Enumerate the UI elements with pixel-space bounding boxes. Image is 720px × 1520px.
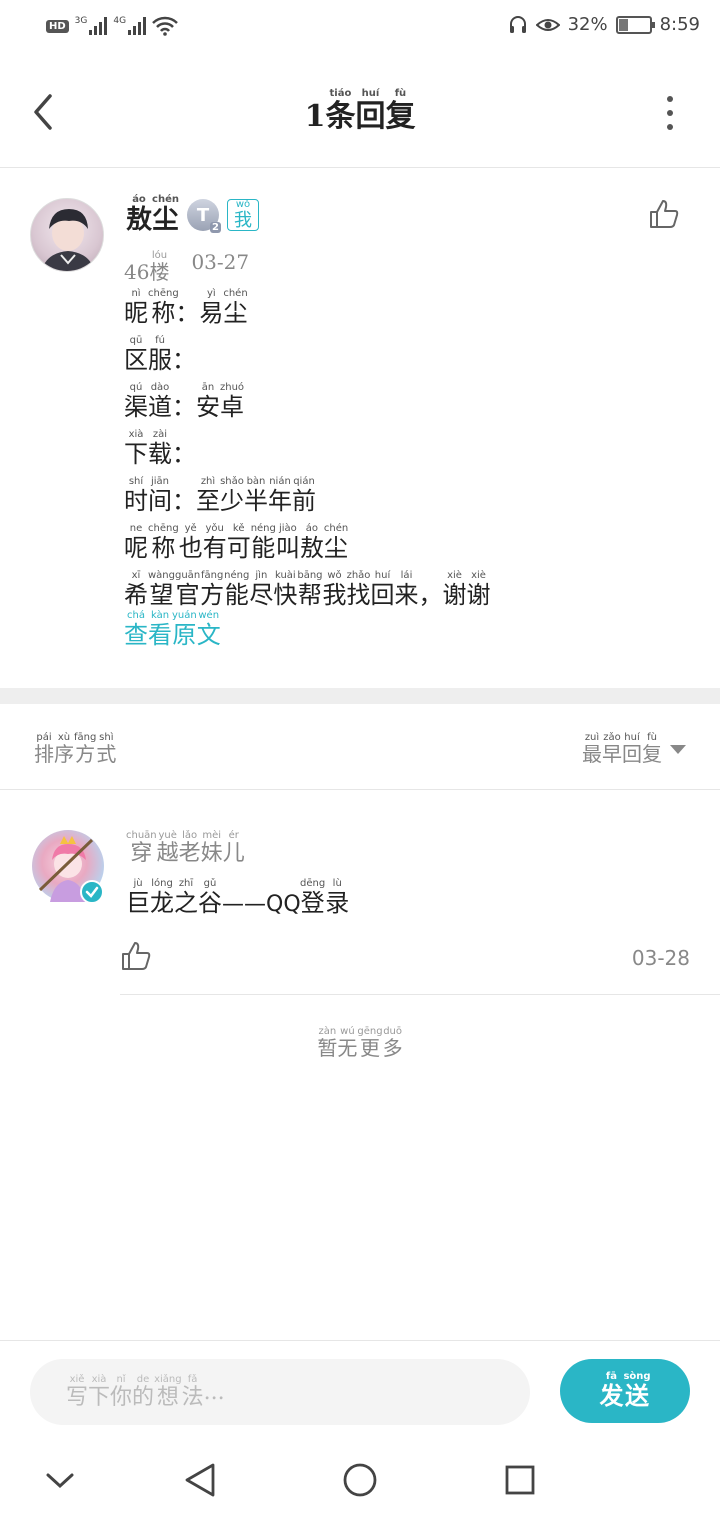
send-button[interactable]: 发fā 送sòng <box>560 1359 690 1423</box>
square-recents-icon <box>505 1465 535 1495</box>
thumbs-up-icon <box>122 942 151 970</box>
signal-icon <box>89 17 108 35</box>
hd-badge: HD <box>46 19 69 33</box>
thumbs-up-icon <box>650 200 679 228</box>
nav-home-button[interactable] <box>338 1458 382 1502</box>
status-bar: HD 3G 4G 32% 8:59 <box>0 0 720 60</box>
reply-item: 穿chuān越yuè老lǎo妹mèi儿ér 巨jù龙lóng之zhī谷gǔ——Q… <box>0 790 720 996</box>
floor-label: 46楼lóu <box>124 250 169 285</box>
reply-text-end: 登dēng录lù <box>300 878 350 917</box>
comment-input[interactable]: 写xiě下xià你nǐ的de想xiǎng法fǎ... <box>30 1359 530 1425</box>
me-badge-text: 我wǒ <box>233 198 252 231</box>
placeholder-ellipsis: ... <box>203 1379 225 1405</box>
sort-selected-value: 最zuì早zǎo回huí复fù <box>582 732 662 766</box>
post-content-line: 渠qú道dào：安ān卓zhuó <box>124 382 245 421</box>
top-app-bar: 1条tiáo回huí复fù <box>0 60 720 168</box>
wifi-icon <box>152 16 178 36</box>
more-options-button[interactable] <box>664 96 676 130</box>
title-text: 条tiáo回huí复fù <box>325 88 416 134</box>
network-indicators: HD 3G 4G <box>46 16 178 36</box>
comment-placeholder: 写xiě下xià你nǐ的de想xiǎng法fǎ <box>66 1373 204 1410</box>
reply-text: 巨jù龙lóng之zhī谷gǔ——QQ登dēng录lù <box>126 878 349 918</box>
post-date: 03-27 <box>191 250 250 274</box>
sort-dropdown[interactable]: 最zuì早zǎo回huí复fù <box>582 732 686 767</box>
post-content: 昵nì称chēng：易yì尘chén 区qū服fú： 渠qú道dào：安ān卓zhu… <box>124 288 704 617</box>
avatar[interactable] <box>30 198 104 272</box>
level-letter: T <box>196 204 210 226</box>
page-title: 1条tiáo回huí复fù <box>0 88 720 135</box>
original-post: 敖áo尘chén T2 我wǒ 46楼lóu 03-27 昵nì称chēng：易… <box>0 168 720 688</box>
post-content-line: 区qū服fú： <box>124 335 196 374</box>
network-type-4g: 4G <box>113 16 127 26</box>
author-name[interactable]: 敖áo尘chén <box>126 194 179 236</box>
post-author: 敖áo尘chén T2 我wǒ <box>126 194 259 236</box>
like-button[interactable] <box>120 940 152 972</box>
section-divider <box>0 688 720 704</box>
network-type-3g: 3G <box>74 16 88 26</box>
reply-author-name[interactable]: 穿chuān越yuè老lǎo妹mèi儿ér <box>126 830 245 867</box>
post-meta: 46楼lóu 03-27 <box>124 250 249 285</box>
more-vertical-icon <box>667 96 673 102</box>
level-badge: T2 <box>186 199 221 233</box>
nav-recents-button[interactable] <box>498 1458 542 1502</box>
post-content-line: 下xià载zài： <box>124 429 196 468</box>
eye-comfort-icon <box>535 18 560 31</box>
sort-bar: 排pái序xù方fāng式shì 最zuì早zǎo回huí复fù <box>0 704 720 790</box>
battery-level <box>618 18 629 31</box>
title-count: 1 <box>304 99 326 134</box>
reply-text-mid: ——QQ <box>222 892 301 917</box>
no-more-text: 暂zàn无wú更gēng多duō <box>317 1026 403 1060</box>
battery-icon <box>615 15 655 34</box>
system-indicators: 32% 8:59 <box>508 14 700 35</box>
post-content-line: 昵nì称chēng：易yì尘chén <box>124 288 248 327</box>
floor-char: 楼lóu <box>149 250 170 284</box>
clock: 8:59 <box>659 14 700 35</box>
signal-icon <box>128 17 147 35</box>
nav-collapse-button[interactable] <box>38 1458 82 1502</box>
floor-number: 46 <box>124 260 150 284</box>
level-number: 2 <box>210 222 221 233</box>
post-content-line: 呢ne称chēng也yě有yǒu可kě能néng叫jiào敖áo尘chén <box>124 523 349 562</box>
like-button[interactable] <box>648 198 680 230</box>
avatar-image <box>41 209 95 271</box>
battery-percent: 32% <box>567 14 608 35</box>
circle-home-icon <box>343 1463 377 1497</box>
post-content-line: 时shí间jiān：至zhì少shǎo半bàn年nián前qián <box>124 476 316 515</box>
system-nav-bar <box>0 1440 720 1520</box>
reply-text-start: 巨jù龙lóng之zhī谷gǔ <box>126 878 222 917</box>
chevron-down-icon <box>46 1473 74 1489</box>
me-badge: 我wǒ <box>226 198 259 231</box>
chevron-down-icon <box>670 745 686 754</box>
comment-bar: 写xiě下xià你nǐ的de想xiǎng法fǎ... 发fā 送sòng <box>0 1340 720 1440</box>
verified-check-icon <box>80 880 104 904</box>
headphones-icon <box>509 15 526 33</box>
nav-back-button[interactable] <box>178 1458 222 1502</box>
triangle-back-icon <box>185 1463 215 1497</box>
sort-label: 排pái序xù方fāng式shì <box>34 732 117 766</box>
view-original-link[interactable]: 查chá看kàn原yuán文wén <box>124 610 221 650</box>
reply-date: 03-28 <box>631 946 690 970</box>
divider <box>120 994 720 995</box>
